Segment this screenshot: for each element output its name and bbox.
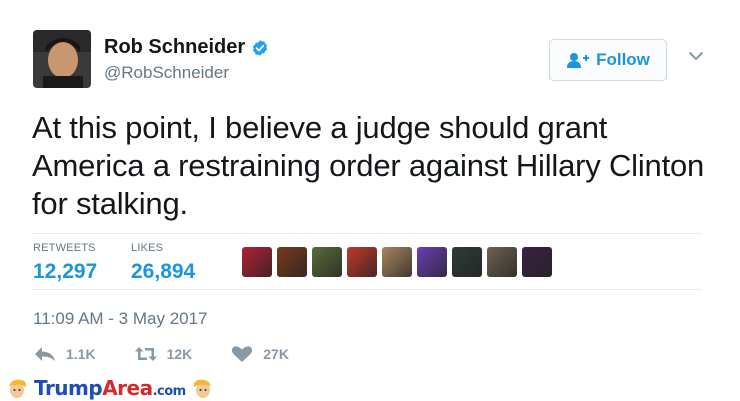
watermark-logo: TrumpArea.com	[6, 376, 214, 400]
reply-count: 1.1K	[66, 346, 96, 362]
retweets-stat[interactable]: RETWEETS 12,297	[33, 242, 97, 284]
cartoon-head-icon	[193, 379, 211, 398]
watermark-part3: .com	[152, 384, 187, 399]
user-name-row[interactable]: Rob Schneider	[104, 36, 269, 59]
chevron-down-icon[interactable]	[688, 50, 704, 62]
tweet-text: At this point, I believe a judge should …	[32, 110, 705, 221]
verified-badge-icon	[253, 39, 268, 56]
likes-value: 26,894	[131, 260, 196, 283]
reply-button[interactable]: 1.1K	[33, 345, 96, 363]
retweet-button[interactable]: 12K	[134, 345, 193, 363]
retweets-label: RETWEETS	[33, 242, 96, 254]
cartoon-head-icon	[9, 379, 27, 398]
divider	[32, 289, 702, 290]
liker-group-avatar[interactable]	[312, 247, 342, 277]
tweet-actions: 1.1K 12K 27K	[33, 345, 327, 363]
liker-flag-avatar[interactable]	[242, 247, 272, 277]
liker-dark-avatar[interactable]	[452, 247, 482, 277]
liker-banner-avatar[interactable]	[277, 247, 307, 277]
watermark-part1: Trump	[34, 376, 103, 400]
likes-label: LIKES	[131, 242, 164, 254]
liker-man-avatar[interactable]	[487, 247, 517, 277]
watermark-text: TrumpArea.com	[34, 376, 186, 400]
liker-purple-avatar[interactable]	[417, 247, 447, 277]
liker-couple-avatar[interactable]	[382, 247, 412, 277]
tweet-timestamp[interactable]: 11:09 AM - 3 May 2017	[33, 309, 208, 329]
retweet-icon	[134, 347, 157, 361]
avatar-image	[33, 30, 91, 88]
likes-stat[interactable]: LIKES 26,894	[131, 242, 195, 284]
like-button[interactable]: 27K	[230, 345, 289, 363]
liker-redhead-avatar[interactable]	[347, 247, 377, 277]
liker-avatars	[242, 247, 557, 277]
liker-night-avatar[interactable]	[522, 247, 552, 277]
watermark-part2: Area	[102, 376, 153, 400]
heart-icon	[232, 346, 253, 362]
add-user-icon	[567, 53, 590, 68]
like-count: 27K	[263, 346, 289, 362]
user-name[interactable]: Rob Schneider	[104, 36, 245, 59]
retweets-value: 12,297	[33, 260, 98, 283]
follow-button-label: Follow	[596, 50, 650, 69]
avatar[interactable]	[33, 30, 91, 88]
retweet-count: 12K	[166, 346, 193, 362]
reply-icon	[35, 347, 55, 361]
follow-button[interactable]: Follow	[549, 39, 667, 81]
tweet-card: Rob Schneider @RobSchneider Follow At th…	[0, 0, 740, 401]
user-handle[interactable]: @RobSchneider	[104, 63, 229, 83]
divider	[32, 233, 702, 234]
